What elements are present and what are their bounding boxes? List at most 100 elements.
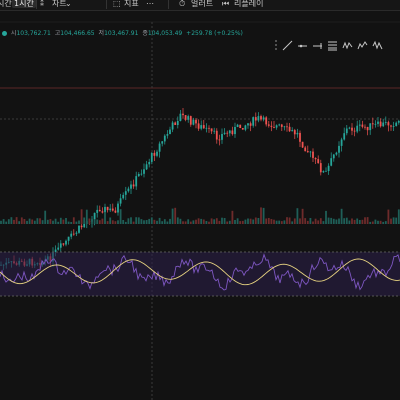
- candle-body: [215, 130, 218, 140]
- volume-bar: [195, 219, 197, 224]
- volume-bar: [343, 218, 346, 224]
- volume-bar: [397, 209, 400, 224]
- candle-body: [197, 123, 200, 129]
- volume-bar: [174, 207, 177, 224]
- candle-body: [343, 133, 346, 140]
- chart-canvas[interactable]: [0, 0, 400, 400]
- volume-bar: [223, 218, 226, 224]
- volume-bar: [72, 217, 75, 224]
- candle-body: [62, 243, 65, 245]
- candle-body: [221, 134, 223, 140]
- volume-bar: [93, 219, 96, 224]
- volume-bar: [57, 221, 60, 224]
- candle-body: [83, 224, 86, 228]
- volume-bar: [356, 218, 359, 224]
- candle-body: [163, 135, 166, 142]
- volume-bar: [205, 221, 208, 224]
- candle-body: [192, 119, 195, 125]
- candle-body: [369, 123, 372, 131]
- volume-bar: [104, 211, 106, 224]
- candle-body: [145, 164, 148, 170]
- candle-body: [202, 125, 205, 129]
- volume-bar: [161, 221, 164, 224]
- candle-body: [384, 122, 387, 123]
- volume-bar: [221, 217, 223, 224]
- volume-bar: [49, 219, 52, 224]
- candle-body: [356, 125, 359, 132]
- candle-body: [361, 124, 364, 127]
- volume-bar: [327, 217, 330, 224]
- candle-body: [395, 122, 398, 126]
- volume-bar: [75, 221, 78, 224]
- volume-bar: [377, 220, 379, 224]
- volume-bar: [249, 218, 252, 224]
- candle-body: [135, 176, 138, 187]
- candle-body: [67, 236, 70, 241]
- candle-body: [371, 123, 374, 125]
- candle-body: [189, 116, 192, 125]
- candle-body: [57, 247, 60, 250]
- volume-bar: [182, 221, 184, 224]
- volume-bar: [54, 218, 57, 224]
- volume-bar: [215, 218, 218, 224]
- volume-bar: [286, 217, 288, 224]
- volume-bar: [236, 218, 239, 224]
- volume-bar: [387, 209, 390, 224]
- volume-bar: [280, 221, 283, 224]
- candle-body: [374, 123, 377, 125]
- candle-body: [340, 139, 343, 146]
- candle-body: [312, 151, 314, 158]
- candle-body: [205, 127, 208, 129]
- volume-bar: [150, 217, 153, 224]
- volume-bar: [124, 221, 127, 224]
- candle-body: [174, 122, 177, 125]
- candle-body: [330, 158, 333, 166]
- candle-body: [70, 233, 73, 237]
- candle-body: [249, 123, 252, 126]
- volume-bar: [111, 220, 114, 224]
- candle-body: [59, 243, 62, 248]
- candle-body: [156, 151, 158, 156]
- candle-body: [93, 212, 96, 220]
- candle-body: [273, 127, 275, 128]
- volume-bar: [288, 217, 291, 224]
- candle-body: [252, 117, 255, 126]
- volume-bar: [202, 219, 205, 224]
- candle-body: [223, 132, 226, 134]
- candle-body: [119, 198, 122, 204]
- volume-bar: [335, 219, 338, 224]
- volume-bar: [278, 220, 281, 224]
- candle-body: [153, 152, 156, 156]
- volume-bar: [239, 221, 242, 224]
- candle-body: [353, 130, 356, 132]
- volume-bar: [187, 219, 190, 224]
- candle-body: [377, 121, 379, 124]
- volume-bar: [67, 221, 70, 224]
- candle-body: [299, 132, 301, 142]
- volume-bar: [262, 207, 265, 224]
- candle-body: [239, 124, 242, 128]
- candle-body: [283, 126, 286, 128]
- volume-bar: [119, 209, 122, 224]
- candle-body: [101, 211, 104, 213]
- candle-body: [96, 209, 99, 213]
- volume-bar: [171, 208, 174, 224]
- candle-body: [332, 154, 335, 159]
- candle-body: [275, 125, 278, 128]
- volume-bar: [379, 220, 382, 224]
- candle-body: [267, 124, 270, 126]
- candle-body: [288, 126, 291, 132]
- candle-body: [228, 130, 231, 134]
- volume-bar: [338, 218, 340, 224]
- volume-bar: [351, 218, 353, 224]
- volume-bar: [348, 220, 351, 224]
- volume-bar: [52, 220, 54, 224]
- candle-body: [296, 132, 299, 135]
- volume-bar: [241, 220, 244, 224]
- volume-bar: [304, 218, 307, 224]
- candle-body: [379, 121, 382, 127]
- candle-body: [317, 159, 320, 164]
- volume-bar: [130, 217, 132, 224]
- candle-body: [78, 225, 80, 233]
- candle-body: [280, 124, 283, 127]
